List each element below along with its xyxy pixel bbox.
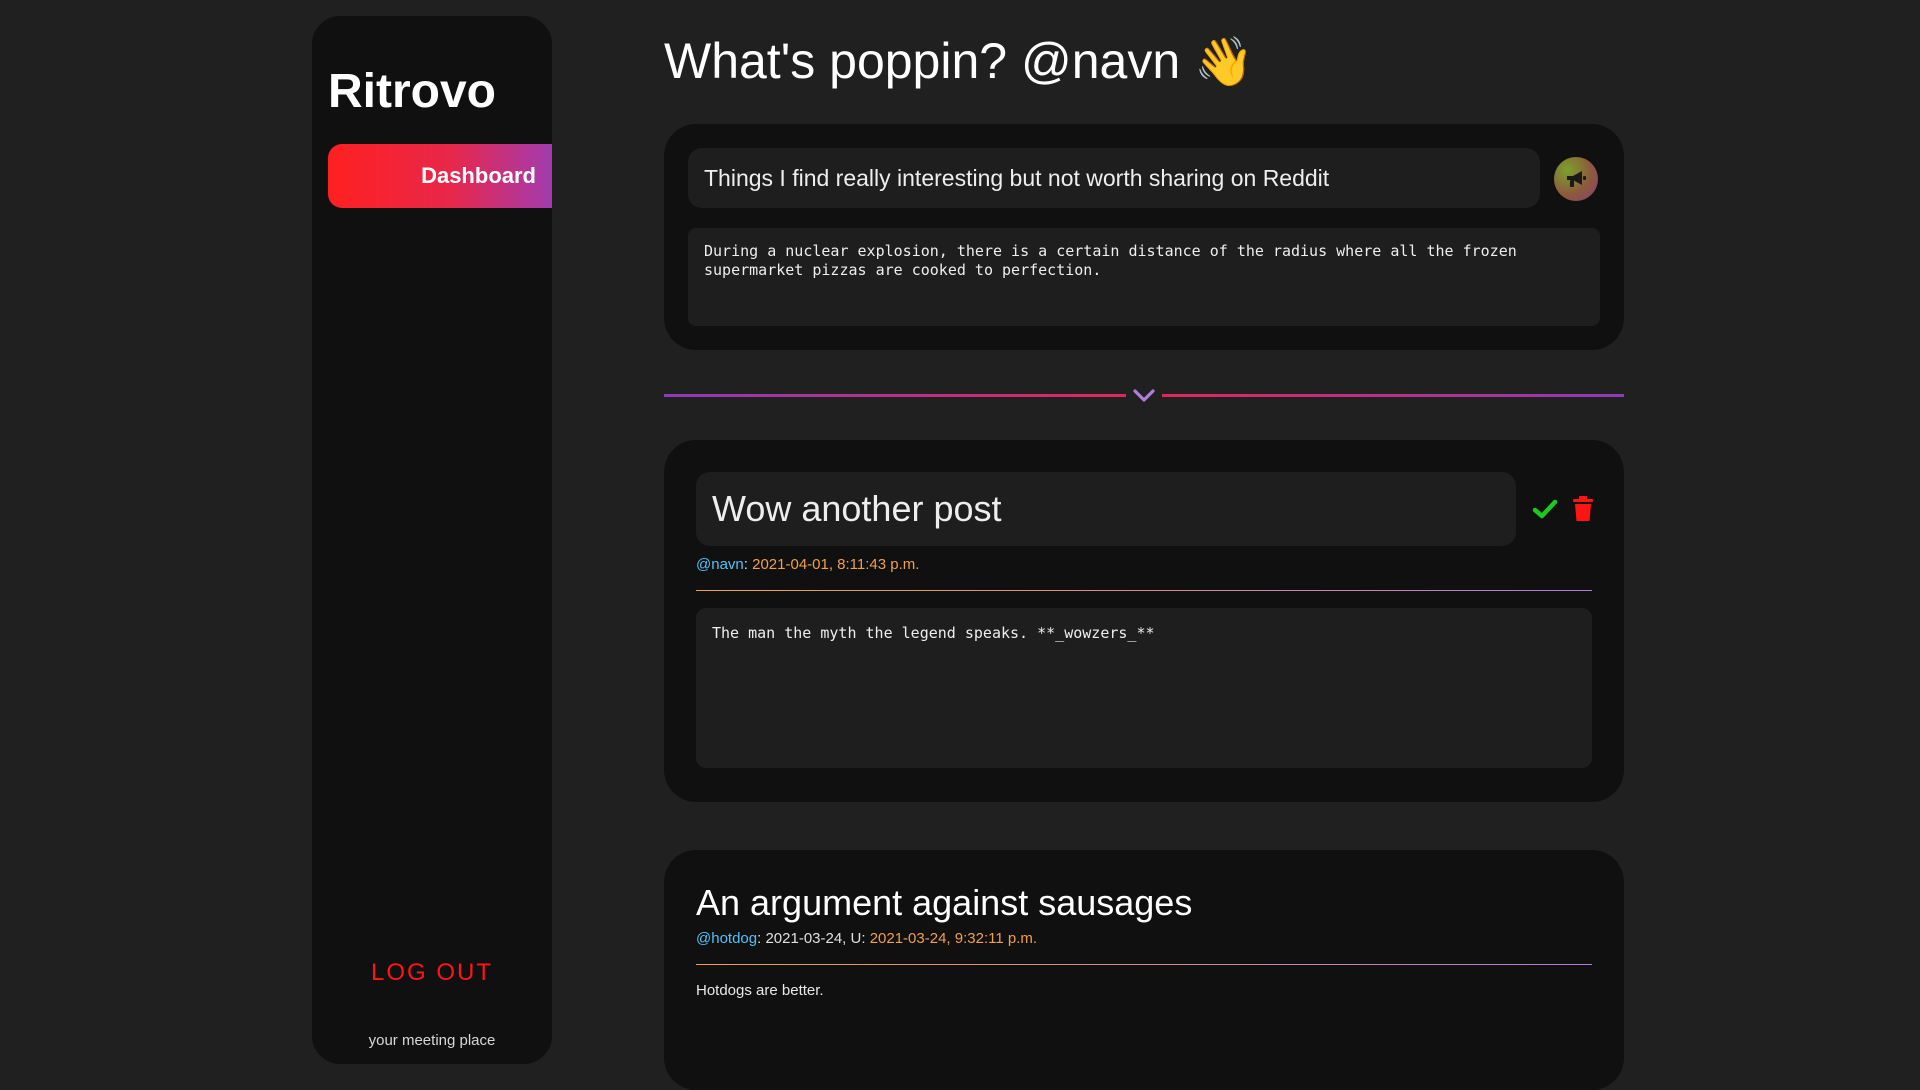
page-title: What's poppin? @navn 👋 bbox=[664, 32, 1254, 90]
post-created-date: 2021-03-24, U: bbox=[765, 930, 870, 947]
edit-body-textarea[interactable]: The man the myth the legend speaks. **_w… bbox=[696, 608, 1592, 768]
post-rule bbox=[696, 590, 1592, 591]
post-meta: @navn: 2021-04-01, 8:11:43 p.m. bbox=[696, 556, 919, 573]
author-handle[interactable]: @navn bbox=[696, 556, 744, 573]
chevron-down-icon[interactable] bbox=[1132, 387, 1156, 410]
check-icon bbox=[1532, 499, 1558, 519]
new-post-composer: During a nuclear explosion, there is a c… bbox=[664, 124, 1624, 350]
post-rule bbox=[696, 964, 1592, 965]
post-title: An argument against sausages bbox=[696, 882, 1193, 923]
delete-post-button[interactable] bbox=[1572, 496, 1594, 527]
post-body-textarea[interactable]: During a nuclear explosion, there is a c… bbox=[688, 228, 1600, 326]
post-updated-date: 2021-03-24, 9:32:11 p.m. bbox=[869, 930, 1038, 947]
publish-button[interactable] bbox=[1554, 157, 1598, 201]
confirm-edit-button[interactable] bbox=[1532, 498, 1558, 525]
megaphone-icon bbox=[1567, 171, 1586, 187]
post-title-input[interactable] bbox=[688, 148, 1540, 208]
post-date: 2021-04-01, 8:11:43 p.m. bbox=[752, 556, 920, 573]
greeting-text: What's poppin? @navn bbox=[664, 33, 1181, 89]
tagline: your meeting place bbox=[368, 1032, 496, 1049]
sidebar-item-dashboard[interactable]: Dashboard bbox=[328, 144, 552, 208]
divider-line-right bbox=[1162, 394, 1624, 397]
logout-button[interactable]: LOG OUT bbox=[312, 959, 552, 987]
section-divider bbox=[664, 388, 1624, 404]
wave-icon: 👋 bbox=[1194, 35, 1254, 89]
post-card: An argument against sausages @hotdog: 20… bbox=[664, 850, 1624, 1090]
trash-icon bbox=[1573, 496, 1593, 521]
sidebar: Ritrovo Dashboard LOG OUT your meeting p… bbox=[312, 16, 552, 1064]
author-handle[interactable]: @hotdog bbox=[696, 930, 757, 947]
divider-line-left bbox=[664, 394, 1126, 397]
sidebar-item-label: Dashboard bbox=[421, 163, 536, 188]
brand-logo[interactable]: Ritrovo bbox=[328, 64, 496, 119]
post-body: Hotdogs are better. bbox=[696, 982, 824, 999]
post-meta: @hotdog: 2021-03-24, U: 2021-03-24, 9:32… bbox=[696, 930, 1037, 947]
meta-separator: : bbox=[743, 556, 753, 573]
edit-title-input[interactable] bbox=[696, 472, 1516, 546]
post-card-editing: @navn: 2021-04-01, 8:11:43 p.m. The man … bbox=[664, 440, 1624, 802]
